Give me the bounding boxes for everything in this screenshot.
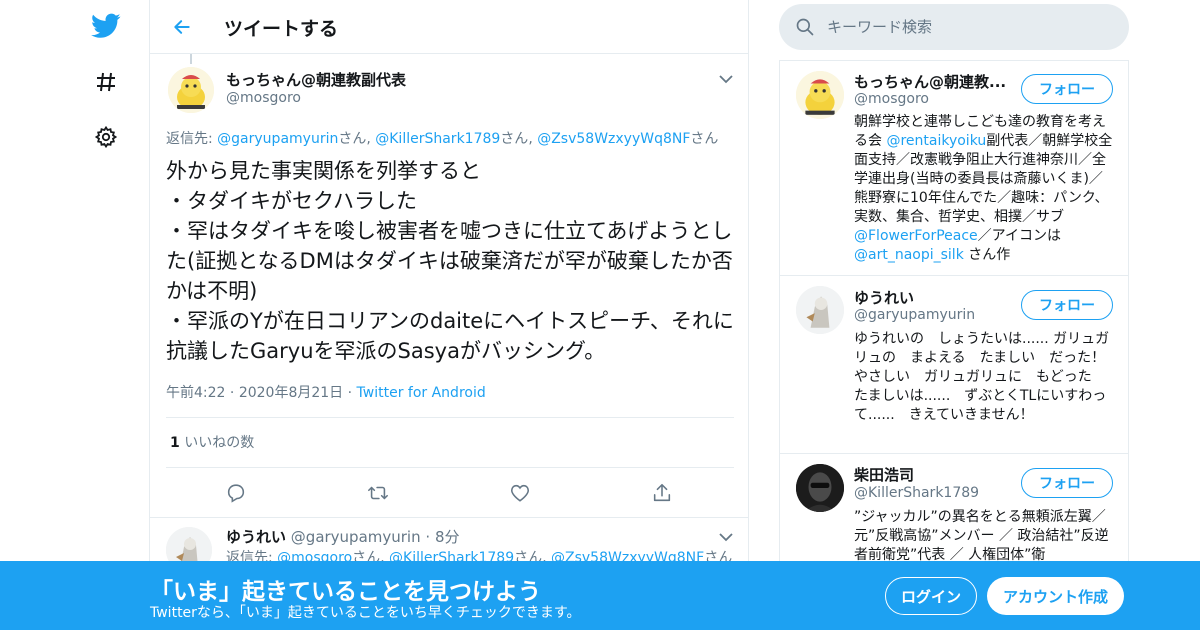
reply-author-name[interactable]: ゆうれい	[226, 528, 286, 546]
bio-mention-link[interactable]: @FlowerForPeace	[854, 228, 978, 244]
reply-author-handle[interactable]: @garyupamyurin	[291, 528, 421, 546]
login-button[interactable]: ログイン	[885, 577, 977, 615]
user-card-handle[interactable]: @KillerShark1789	[854, 485, 979, 501]
main-column: ツイートする もっちゃん@朝連教副代表 @mosgoro 返信先: @garyu…	[149, 0, 749, 630]
twitter-bird-icon[interactable]	[88, 8, 124, 44]
divider	[150, 517, 748, 518]
divider	[166, 417, 734, 418]
divider	[166, 467, 734, 468]
reply-to-prefix: 返信先:	[166, 131, 218, 147]
follow-button[interactable]: フォロー	[1021, 74, 1113, 104]
user-card-handle[interactable]: @garyupamyurin	[854, 307, 975, 323]
likes-stat[interactable]: 1 いいねの数	[170, 432, 254, 452]
search-input[interactable]	[827, 12, 1117, 42]
reply-to-user-link[interactable]: @Zsv58WzxyyWq8NF	[537, 131, 690, 147]
tweet-author-handle[interactable]: @mosgoro	[226, 90, 301, 106]
user-recommendations: もっちゃん@朝連教... @mosgoro フォロー 朝鮮学校と連帯しこども達の…	[779, 60, 1129, 630]
bio-text: ／アイコンは	[977, 228, 1061, 244]
likes-count: 1	[170, 435, 180, 451]
avatar[interactable]	[168, 67, 214, 113]
user-card-bio: ”ジャッカル”の異名をとる無頼派左翼／ 元”反戦高協”メンバー ／ 政治結社”反…	[854, 509, 1109, 563]
reply-age[interactable]: 8分	[435, 528, 460, 546]
tweet-timestamp: 午前4:22 · 2020年8月21日 · Twitter for Androi…	[166, 385, 486, 401]
user-card-bio: 朝鮮学校と連帯しこども達の教育を考える会 @rentaikyoiku副代表／朝鮮…	[854, 113, 1116, 265]
follow-button[interactable]: フォロー	[1021, 468, 1113, 498]
reply-to-user-link[interactable]: @KillerShark1789	[375, 131, 500, 147]
user-card-name[interactable]: ゆうれい	[854, 287, 1014, 308]
search-icon	[795, 17, 815, 37]
reply-to-suffix: さん	[690, 131, 719, 147]
likes-label: いいねの数	[184, 435, 255, 451]
avatar[interactable]	[796, 464, 844, 512]
chevron-down-icon[interactable]	[716, 69, 736, 89]
retweet-icon[interactable]	[365, 480, 391, 506]
hashtag-icon[interactable]	[88, 64, 124, 100]
user-card-name[interactable]: 柴田浩司	[854, 464, 1014, 485]
bio-mention-link[interactable]: @art_naopi_silk	[854, 247, 964, 263]
reply-icon[interactable]	[223, 480, 249, 506]
share-icon[interactable]	[649, 480, 675, 506]
tweet-source-link[interactable]: Twitter for Android	[357, 385, 486, 401]
tweet-author-name[interactable]: もっちゃん@朝連教副代表	[226, 69, 406, 90]
back-arrow-icon[interactable]	[168, 13, 196, 41]
user-card[interactable]: ゆうれい @garyupamyurin フォロー ゆうれいの しょうたいは...…	[780, 276, 1128, 454]
reply-to-line: 返信先: @garyupamyurinさん, @KillerShark1789さ…	[166, 131, 719, 147]
user-card[interactable]: もっちゃん@朝連教... @mosgoro フォロー 朝鮮学校と連帯しこども達の…	[780, 61, 1128, 276]
page-header: ツイートする	[150, 0, 748, 54]
banner-title: 「いま」起きていることを見つけよう	[150, 579, 541, 605]
banner-subtitle: Twitterなら、「いま」起きていることをいち早くチェックできます。	[150, 605, 581, 621]
left-navigation	[0, 0, 150, 630]
signup-banner: 「いま」起きていることを見つけよう Twitterなら、「いま」起きていることを…	[0, 561, 1200, 630]
tweet-date[interactable]: 2020年8月21日	[239, 385, 343, 401]
bio-mention-link[interactable]: @rentaikyoiku	[886, 133, 986, 149]
tweet-time[interactable]: 午前4:22	[166, 385, 225, 401]
chevron-down-icon[interactable]	[716, 527, 736, 547]
user-card-name[interactable]: もっちゃん@朝連教...	[854, 71, 1014, 92]
follow-button[interactable]: フォロー	[1021, 290, 1113, 320]
heart-icon[interactable]	[507, 480, 533, 506]
reply-to-user-link[interactable]: @garyupamyurin	[217, 131, 338, 147]
bio-text: さん作	[963, 247, 1011, 263]
user-card-bio: ゆうれいの しょうたいは...... ガリュガリュの まよえる たましい だった…	[854, 331, 1110, 423]
page-title: ツイートする	[224, 18, 339, 40]
reply-to-suffix: さん	[500, 131, 529, 147]
thread-connector	[190, 54, 192, 64]
reply-to-suffix: さん	[338, 131, 367, 147]
reply-author-row: ゆうれい @garyupamyurin · 8分	[226, 526, 459, 547]
tweet-text: 外から見た事実関係を列挙すると ・タダイキがセクハラした ・罕はタダイキを唆し被…	[166, 159, 734, 363]
reply-separator: ·	[420, 528, 435, 546]
signup-button[interactable]: アカウント作成	[987, 577, 1124, 615]
avatar[interactable]	[796, 286, 844, 334]
tweet-action-bar	[150, 478, 748, 508]
avatar[interactable]	[796, 71, 844, 119]
search-box[interactable]	[779, 4, 1129, 50]
user-card-handle[interactable]: @mosgoro	[854, 91, 929, 107]
gear-icon[interactable]	[88, 119, 124, 155]
